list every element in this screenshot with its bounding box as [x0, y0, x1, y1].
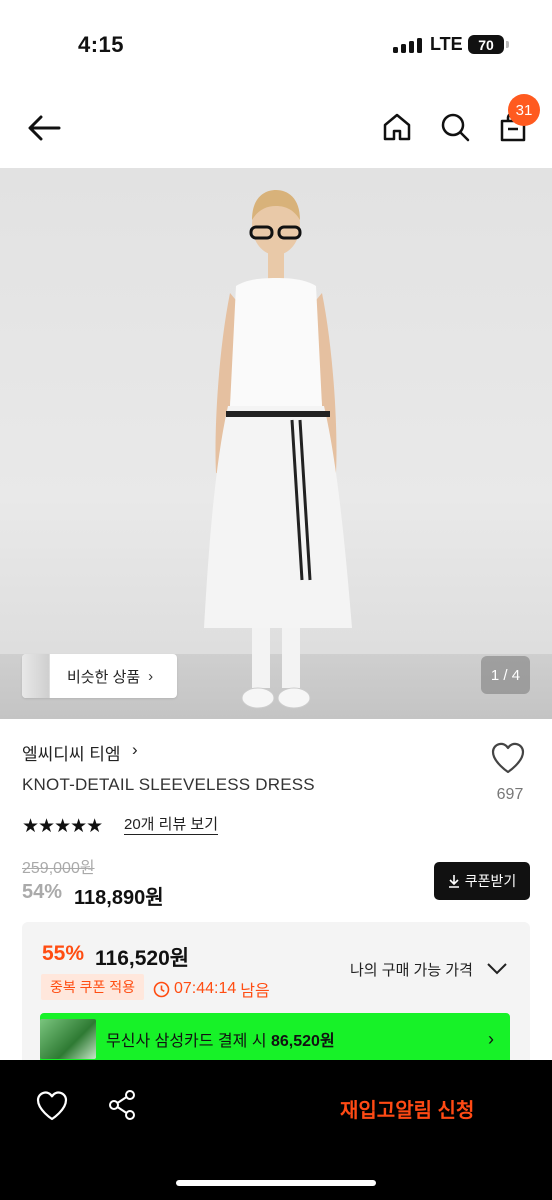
similar-products-button[interactable]: 비슷한 상품 ›	[22, 654, 177, 698]
card-promo-label: 무신사 삼성카드 결제 시	[106, 1033, 267, 1050]
like-button[interactable]	[490, 742, 530, 778]
card-image	[40, 1019, 96, 1059]
restock-alert-button[interactable]: 재입고알림 신청	[340, 1094, 474, 1123]
signal-icon	[393, 37, 422, 53]
share-icon	[109, 1090, 135, 1120]
chevron-down-icon[interactable]	[485, 959, 509, 977]
duplicate-coupon-badge: 중복 쿠폰 적용	[41, 974, 145, 1000]
review-link[interactable]: 20개 리뷰 보기	[124, 815, 219, 835]
home-indicator	[176, 1180, 376, 1186]
status-bar: 4:15 LTE 70	[0, 0, 552, 90]
card-promo-text: 무신사 삼성카드 결제 시 86,520원	[106, 1027, 335, 1051]
my-price-box: 55% 116,520원 나의 구매 가능 가격 중복 쿠폰 적용 07:44:…	[22, 922, 530, 1072]
cart-count-badge: 31	[508, 94, 540, 126]
share-button[interactable]	[105, 1088, 141, 1124]
discount-rate: 54%	[22, 881, 63, 903]
heart-icon	[491, 742, 525, 774]
chevron-right-icon: ›	[148, 667, 154, 685]
bottom-like-button[interactable]	[34, 1090, 70, 1122]
my-price: 116,520원	[95, 947, 190, 970]
coupon-button-label: 쿠폰받기	[464, 873, 517, 889]
image-counter: 1 / 4	[481, 656, 530, 694]
network-type: LTE	[430, 34, 463, 54]
back-arrow-icon	[28, 115, 61, 141]
card-promo-banner[interactable]: 무신사 삼성카드 결제 시 86,520원 ›	[40, 1013, 510, 1065]
rating-stars: ★★★★★	[22, 816, 103, 837]
status-time: 4:15	[78, 32, 125, 57]
chevron-right-icon: ›	[132, 740, 138, 759]
coupon-button[interactable]: 쿠폰받기	[434, 862, 530, 900]
search-button[interactable]	[434, 106, 476, 148]
clock-icon	[153, 981, 170, 997]
back-button[interactable]	[22, 108, 66, 148]
chevron-right-icon: ›	[488, 1029, 494, 1049]
download-icon	[448, 875, 459, 888]
like-count: 697	[496, 786, 524, 803]
home-icon	[383, 113, 411, 141]
card-promo-price: 86,520원	[271, 1033, 335, 1050]
heart-icon	[36, 1091, 68, 1121]
brand-link[interactable]: 엘씨디씨 티엠	[22, 740, 121, 765]
timer-value: 07:44:14	[174, 980, 237, 997]
my-discount-rate: 55%	[42, 942, 85, 965]
battery-icon: 70	[468, 35, 509, 54]
coupon-timer: 07:44:14 남음	[153, 977, 270, 1001]
my-price-label[interactable]: 나의 구매 가능 가격	[350, 959, 473, 980]
home-button[interactable]	[376, 106, 418, 148]
model-figure	[204, 190, 352, 709]
product-image[interactable]: 비슷한 상품 › 1 / 4	[0, 168, 552, 719]
similar-products-label: 비슷한 상품	[67, 668, 141, 686]
bottom-action-bar: 재입고알림 신청	[0, 1060, 552, 1200]
top-navigation	[0, 90, 552, 168]
original-price: 259,000원	[22, 860, 95, 877]
sale-price: 118,890원	[74, 887, 164, 909]
product-name: KNOT-DETAIL SLEEVELESS DRESS	[22, 775, 315, 794]
search-icon	[441, 113, 470, 142]
timer-suffix: 남음	[240, 983, 270, 1000]
similar-thumbnail	[22, 654, 50, 698]
battery-level: 70	[478, 36, 494, 53]
